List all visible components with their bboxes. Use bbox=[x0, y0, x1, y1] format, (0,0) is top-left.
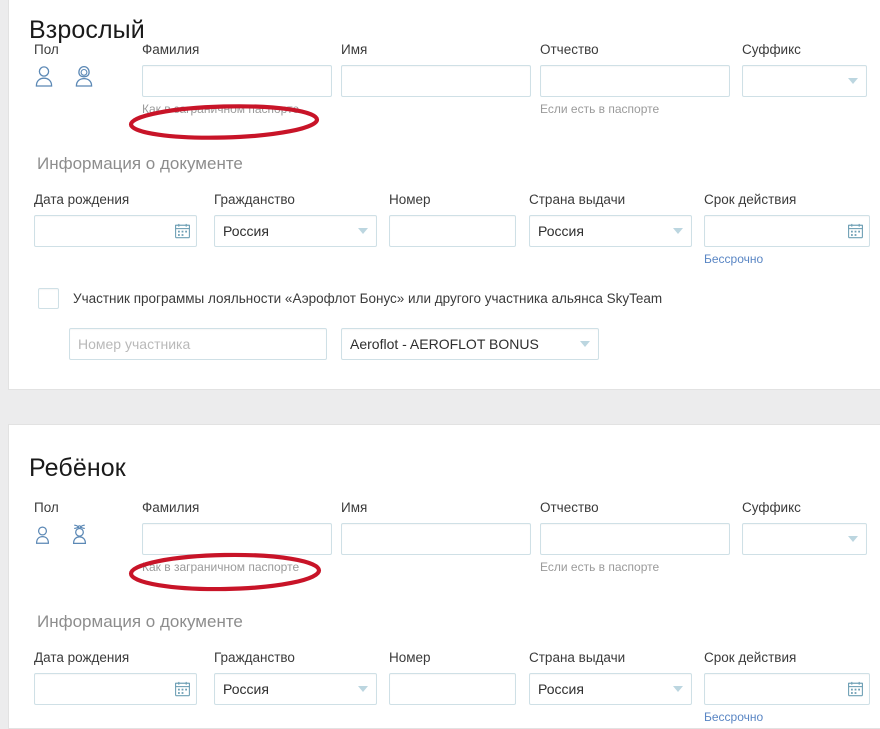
child-issuecountry-select[interactable]: Россия bbox=[529, 672, 692, 705]
adult-birthdate-group: Дата рождения bbox=[34, 193, 197, 247]
adult-expiry-label: Срок действия bbox=[704, 192, 797, 207]
adult-gender-group: Пол bbox=[34, 43, 94, 92]
child-issuecountry-value: Россия bbox=[538, 680, 584, 697]
adult-patronymic-hint: Если есть в паспорте bbox=[540, 101, 660, 116]
child-passenger-card: Ребёнок Пол Фамилия Как в заграничном па… bbox=[8, 424, 880, 729]
adult-citizenship-label: Гражданство bbox=[214, 192, 295, 207]
adult-loyalty-checkbox-label: Участник программы лояльности «Аэрофлот … bbox=[73, 291, 663, 306]
child-suffix-select[interactable] bbox=[742, 522, 867, 555]
adult-passenger-card: Взрослый Пол Фамилия Как в заграничном п… bbox=[8, 0, 880, 390]
child-birthdate-input[interactable] bbox=[34, 672, 197, 705]
child-citizenship-value: Россия bbox=[223, 680, 269, 697]
child-suffix-label: Суффикс bbox=[742, 500, 801, 515]
adult-patronymic-label: Отчество bbox=[540, 42, 599, 57]
adult-expiry-group: Срок действия Бессрочно bbox=[704, 193, 870, 265]
adult-suffix-label: Суффикс bbox=[742, 42, 801, 57]
chevron-down-icon bbox=[848, 77, 858, 84]
adult-docnumber-input[interactable] bbox=[389, 214, 516, 247]
child-patronymic-group: Отчество Если есть в паспорте bbox=[540, 501, 730, 573]
adult-loyalty-program-value: Aeroflot - AEROFLOT BONUS bbox=[350, 336, 539, 352]
chevron-down-icon bbox=[848, 535, 858, 542]
calendar-icon[interactable] bbox=[175, 223, 190, 238]
child-docnumber-label: Номер bbox=[389, 650, 431, 665]
child-birthdate-group: Дата рождения bbox=[34, 651, 197, 705]
adult-loyalty-checkbox[interactable] bbox=[38, 288, 59, 309]
male-icon[interactable] bbox=[34, 65, 54, 92]
adult-loyalty-checkbox-row[interactable]: Участник программы лояльности «Аэрофлот … bbox=[38, 288, 662, 309]
adult-issuecountry-value: Россия bbox=[538, 222, 584, 239]
child-surname-input[interactable] bbox=[142, 522, 332, 555]
adult-birthdate-label: Дата рождения bbox=[34, 192, 130, 207]
adult-firstname-input[interactable] bbox=[341, 64, 531, 97]
adult-surname-hint: Как в заграничном паспорте bbox=[142, 101, 300, 116]
adult-issuecountry-select[interactable]: Россия bbox=[529, 214, 692, 247]
chevron-down-icon bbox=[358, 227, 368, 234]
adult-issuecountry-group: Страна выдачи Россия bbox=[529, 193, 692, 247]
child-surname-hint: Как в заграничном паспорте bbox=[142, 559, 300, 574]
adult-patronymic-group: Отчество Если есть в паспорте bbox=[540, 43, 730, 115]
child-gender-label: Пол bbox=[34, 500, 59, 515]
child-expiry-label: Срок действия bbox=[704, 650, 797, 665]
calendar-icon[interactable] bbox=[175, 681, 190, 696]
adult-loyalty-number-input[interactable] bbox=[69, 328, 327, 360]
adult-surname-input[interactable] bbox=[142, 64, 332, 97]
adult-birthdate-input[interactable] bbox=[34, 214, 197, 247]
child-citizenship-label: Гражданство bbox=[214, 650, 295, 665]
adult-issuecountry-label: Страна выдачи bbox=[529, 192, 626, 207]
adult-expiry-indefinite-link[interactable]: Бессрочно bbox=[704, 253, 870, 265]
girl-icon[interactable] bbox=[71, 523, 88, 549]
adult-patronymic-input[interactable] bbox=[540, 64, 730, 97]
child-citizenship-select[interactable]: Россия bbox=[214, 672, 377, 705]
chevron-down-icon bbox=[580, 341, 590, 347]
adult-expiry-input[interactable] bbox=[704, 214, 870, 247]
adult-loyalty-program-group: Aeroflot - AEROFLOT BONUS bbox=[341, 328, 599, 360]
child-surname-label: Фамилия bbox=[142, 500, 200, 515]
child-birthdate-label: Дата рождения bbox=[34, 650, 130, 665]
child-firstname-group: Имя bbox=[341, 501, 531, 555]
chevron-down-icon bbox=[358, 685, 368, 692]
child-patronymic-hint: Если есть в паспорте bbox=[540, 559, 660, 574]
chevron-down-icon bbox=[673, 685, 683, 692]
adult-loyalty-number-group bbox=[69, 328, 327, 360]
child-surname-group: Фамилия Как в заграничном паспорте bbox=[142, 501, 332, 573]
child-expiry-input[interactable] bbox=[704, 672, 870, 705]
adult-suffix-select[interactable] bbox=[742, 64, 867, 97]
boy-icon[interactable] bbox=[34, 525, 51, 549]
child-expiry-group: Срок действия Бессрочно bbox=[704, 651, 870, 723]
child-firstname-label: Имя bbox=[341, 500, 368, 515]
adult-citizenship-group: Гражданство Россия bbox=[214, 193, 377, 247]
child-docnumber-input[interactable] bbox=[389, 672, 516, 705]
adult-surname-label: Фамилия bbox=[142, 42, 200, 57]
child-citizenship-group: Гражданство Россия bbox=[214, 651, 377, 705]
adult-docnumber-group: Номер bbox=[389, 193, 516, 247]
child-patronymic-label: Отчество bbox=[540, 500, 599, 515]
child-suffix-group: Суффикс bbox=[742, 501, 867, 555]
calendar-icon[interactable] bbox=[848, 681, 863, 696]
child-issuecountry-group: Страна выдачи Россия bbox=[529, 651, 692, 705]
adult-firstname-group: Имя bbox=[341, 43, 531, 97]
child-firstname-input[interactable] bbox=[341, 522, 531, 555]
adult-citizenship-value: Россия bbox=[223, 222, 269, 239]
adult-firstname-label: Имя bbox=[341, 42, 368, 57]
adult-surname-group: Фамилия Как в заграничном паспорте bbox=[142, 43, 332, 115]
adult-docnumber-label: Номер bbox=[389, 192, 431, 207]
female-icon[interactable] bbox=[74, 65, 94, 92]
calendar-icon[interactable] bbox=[848, 223, 863, 238]
adult-section-title: Взрослый bbox=[29, 16, 145, 44]
child-gender-group: Пол bbox=[34, 501, 88, 549]
child-section-title: Ребёнок bbox=[29, 454, 126, 482]
child-document-title: Информация о документе bbox=[37, 612, 243, 631]
passenger-form-page: Взрослый Пол Фамилия Как в заграничном п… bbox=[0, 0, 880, 729]
adult-citizenship-select[interactable]: Россия bbox=[214, 214, 377, 247]
child-docnumber-group: Номер bbox=[389, 651, 516, 705]
adult-gender-label: Пол bbox=[34, 42, 59, 57]
child-issuecountry-label: Страна выдачи bbox=[529, 650, 626, 665]
chevron-down-icon bbox=[673, 227, 683, 234]
adult-document-title: Информация о документе bbox=[37, 154, 243, 173]
adult-loyalty-program-select[interactable]: Aeroflot - AEROFLOT BONUS bbox=[341, 328, 599, 360]
adult-suffix-group: Суффикс bbox=[742, 43, 867, 97]
child-patronymic-input[interactable] bbox=[540, 522, 730, 555]
